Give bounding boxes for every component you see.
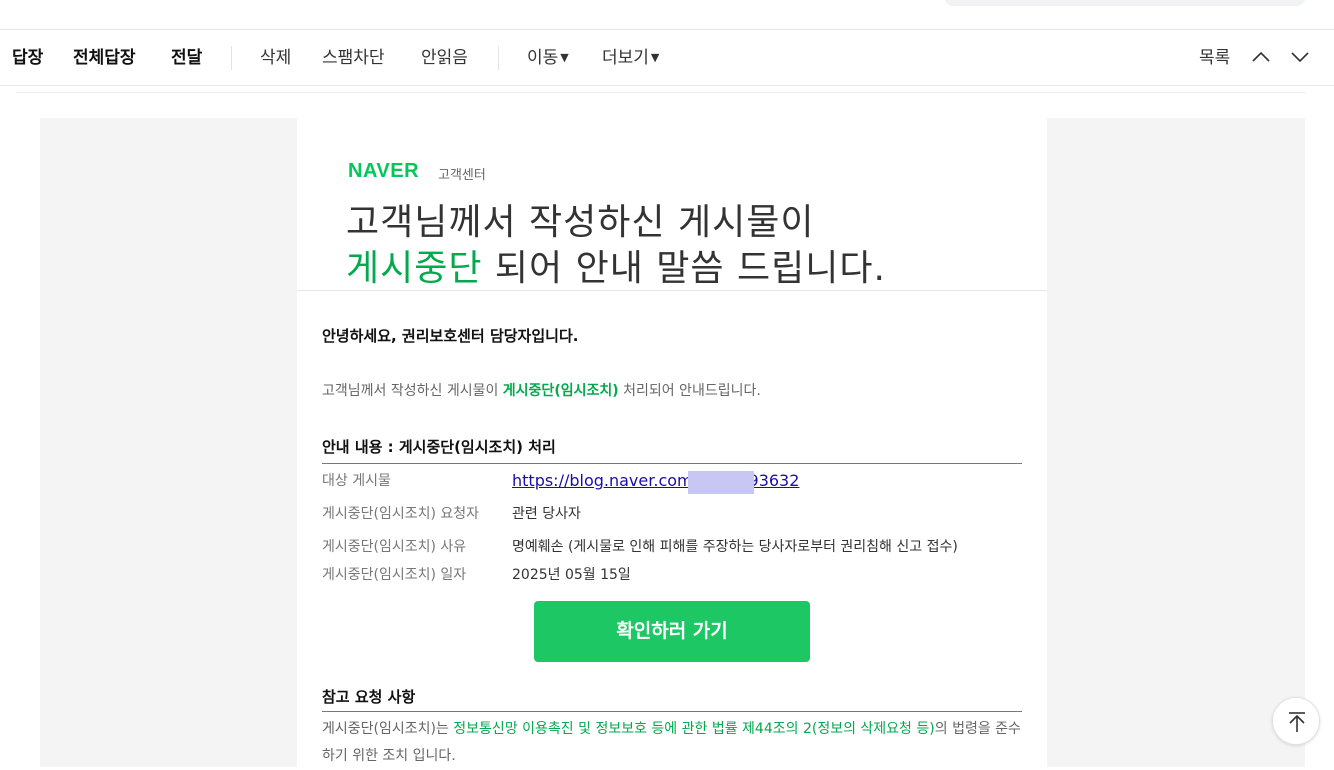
intro-text: 고객님께서 작성하신 게시물이 게시중단(임시조치) 처리되어 안내드립니다. (322, 380, 761, 400)
intro-post: 처리되어 안내드립니다. (618, 383, 761, 399)
more-dropdown[interactable]: 더보기 ▼ (602, 46, 659, 70)
section-divider (322, 463, 1022, 464)
mail-content: NAVER 고객센터 고객님께서 작성하신 게시물이 게시중단 되어 안내 말씀… (297, 118, 1047, 767)
reply-all-button[interactable]: 전체답장 (73, 46, 136, 70)
redaction-block (688, 471, 754, 494)
greeting: 안녕하세요, 권리보호센터 담당자입니다. (322, 327, 579, 345)
caret-down-icon: ▼ (650, 51, 660, 64)
top-bar (0, 0, 1334, 30)
spam-block-button[interactable]: 스팸차단 (322, 46, 385, 70)
headline-line2-rest: 되어 안내 말씀 드립니다. (482, 248, 886, 289)
info-value-requester: 관련 당사자 (512, 506, 581, 522)
headline-line1: 고객님께서 작성하신 게시물이 (346, 202, 815, 243)
headline: 고객님께서 작성하신 게시물이 게시중단 되어 안내 말씀 드립니다. (346, 200, 886, 292)
reply-button[interactable]: 답장 (12, 46, 43, 70)
mark-unread-button[interactable]: 안읽음 (421, 46, 468, 70)
naver-logo: NAVER (348, 160, 420, 182)
scroll-to-top-button[interactable] (1272, 697, 1320, 745)
forward-button[interactable]: 전달 (171, 46, 202, 70)
toolbar-divider (498, 46, 499, 70)
target-post-link[interactable]: https://blog.naver.com a/ 10293632 (512, 471, 799, 490)
intro-pre: 고객님께서 작성하신 게시물이 (322, 383, 503, 399)
info-label-requester: 게시중단(임시조치) 요청자 (322, 506, 480, 522)
section-divider (322, 711, 1022, 712)
info-value-reason: 명예훼손 (게시물로 인해 피해를 주장하는 당사자로부터 권리침해 신고 접수… (512, 539, 958, 555)
chevron-up-icon[interactable] (1248, 44, 1274, 70)
header-divider (297, 290, 1047, 291)
toolbar-divider (231, 46, 232, 70)
reference-note: 게시중단(임시조치)는 정보통신망 이용촉진 및 정보보호 등에 관한 법률 제… (322, 716, 1022, 770)
note-law: 정보통신망 이용촉진 및 정보보호 등에 관한 법률 제44조의 2(정보의 삭… (453, 721, 935, 737)
move-label: 이동 (527, 48, 559, 68)
info-label-reason: 게시중단(임시조치) 사유 (322, 539, 467, 555)
divider (16, 92, 1306, 93)
delete-button[interactable]: 삭제 (260, 46, 291, 70)
section-title-reference: 참고 요청 사항 (322, 688, 416, 706)
headline-highlight: 게시중단 (346, 248, 483, 289)
search-input[interactable] (944, 0, 1306, 6)
intro-highlight: 게시중단(임시조치) (502, 383, 619, 399)
move-dropdown[interactable]: 이동 ▼ (527, 46, 569, 70)
confirm-button[interactable]: 확인하러 가기 (534, 601, 810, 662)
note-pre: 게시중단(임시조치)는 (322, 721, 454, 737)
headline-line2: 게시중단 되어 안내 말씀 드립니다. (346, 246, 886, 292)
customer-center-label: 고객센터 (438, 168, 486, 183)
info-label-target: 대상 게시물 (322, 473, 391, 489)
info-label-date: 게시중단(임시조치) 일자 (322, 567, 467, 583)
mail-toolbar: 답장 전체답장 전달 삭제 스팸차단 안읽음 이동 ▼ 더보기 ▼ 목록 (0, 30, 1334, 86)
section-title-notice: 안내 내용 : 게시중단(임시조치) 처리 (322, 438, 556, 456)
chevron-down-icon[interactable] (1287, 44, 1313, 70)
info-value-date: 2025년 05월 15일 (512, 567, 631, 583)
caret-down-icon: ▼ (560, 51, 569, 64)
list-button[interactable]: 목록 (1199, 46, 1230, 70)
more-label: 더보기 (602, 48, 649, 68)
arrow-up-to-top-icon (1289, 712, 1305, 732)
